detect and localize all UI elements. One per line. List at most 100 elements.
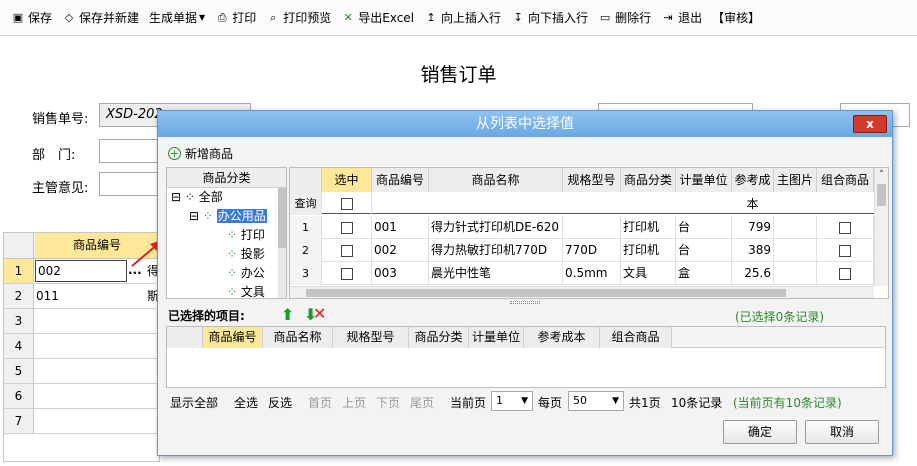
col-unit[interactable]: 计量单位 xyxy=(676,168,732,192)
dept-field[interactable] xyxy=(99,139,159,163)
combo-checkbox-cell xyxy=(817,262,874,285)
sel-col-name[interactable]: 商品名称 xyxy=(263,327,333,348)
next-page-link[interactable]: 下页 xyxy=(376,394,400,411)
col-name[interactable]: 商品名称 xyxy=(429,168,563,192)
query-checkbox[interactable] xyxy=(340,197,353,210)
cell-category: 文具 xyxy=(621,262,676,285)
col-category[interactable]: 商品分类 xyxy=(621,168,676,192)
cell-unit: 盒 xyxy=(676,262,732,285)
table-row[interactable]: 7 xyxy=(4,409,159,434)
insert-row-below-button[interactable]: ↧ 向下插入行 xyxy=(506,6,593,30)
cell-cost: 799 xyxy=(732,216,774,239)
col-image[interactable]: 主图片 xyxy=(774,168,817,192)
cell-spec: 0.5mm xyxy=(563,262,621,285)
list-horizontal-scrollbar[interactable] xyxy=(290,286,874,298)
selected-header: 商品编号 商品名称 规格型号 商品分类 计量单位 参考成本 组合商品 xyxy=(167,327,885,348)
save-button[interactable]: ▣ 保存 xyxy=(6,6,57,30)
code-cell-editor[interactable]: 002 xyxy=(35,260,127,282)
list-item[interactable]: 2 002 得力热敏打印机770D 770D 打印机 台 389 xyxy=(290,239,874,262)
cell-image xyxy=(774,239,817,262)
table-row[interactable]: 4 xyxy=(4,334,159,359)
tree-item-print[interactable]: ⁘ 打印 xyxy=(227,226,265,245)
list-vertical-scrollbar[interactable]: ˄ xyxy=(874,168,888,286)
print-button[interactable]: ⎙ 打印 xyxy=(210,6,261,30)
sel-col-combo[interactable]: 组合商品 xyxy=(600,327,672,348)
tree-item-projector[interactable]: ⁘ 投影 xyxy=(227,245,265,264)
add-product-button[interactable]: + 新增商品 xyxy=(168,145,233,162)
chevron-down-icon: ▼ xyxy=(521,396,528,406)
scroll-up-icon[interactable]: ˄ xyxy=(875,168,888,182)
exit-button[interactable]: ⇥ 退出 xyxy=(656,6,707,30)
toolbar: ▣ 保存 ◇ 保存并新建 生成单据 ▼ ⎙ 打印 ⌕ 打印预览 ✕ 导出Excel ↥ 向上插… xyxy=(0,0,917,36)
table-row[interactable]: 5 xyxy=(4,359,159,384)
row-number: 1 xyxy=(290,216,322,239)
combo-checkbox[interactable] xyxy=(839,267,851,280)
cancel-button[interactable]: 取消 xyxy=(805,420,879,444)
cell-code: 011 xyxy=(36,289,59,303)
delete-row-button[interactable]: ▭ 删除行 xyxy=(593,6,656,30)
cell-image xyxy=(774,262,817,285)
col-spec[interactable]: 规格型号 xyxy=(563,168,621,192)
print-preview-button[interactable]: ⌕ 打印预览 xyxy=(261,6,336,30)
audit-button[interactable]: 【审核】 xyxy=(707,6,765,30)
cell-unit: 台 xyxy=(676,216,732,239)
row-number: 5 xyxy=(4,359,34,383)
tree-item-office[interactable]: ⁘ 办公 xyxy=(227,264,265,283)
selected-items-label: 已选择的项目: xyxy=(168,309,245,323)
table-row[interactable]: 2 011 斯 xyxy=(4,284,159,309)
select-all-link[interactable]: 全选 xyxy=(234,394,258,411)
splitter-handle[interactable] xyxy=(510,301,540,304)
sel-col-category[interactable]: 商品分类 xyxy=(409,327,469,348)
cell-spec: 770D xyxy=(563,239,621,262)
show-all-link[interactable]: 显示全部 xyxy=(170,394,218,411)
row-number: 2 xyxy=(4,284,34,308)
hscroll-thumb[interactable] xyxy=(306,289,786,297)
current-page-select[interactable]: 1 ▼ xyxy=(491,391,533,411)
manager-opinion-field[interactable] xyxy=(99,172,159,196)
row-checkbox[interactable] xyxy=(340,244,353,257)
invert-selection-link[interactable]: 反选 xyxy=(268,394,292,411)
cell-cost: 389 xyxy=(732,239,774,262)
table-row[interactable]: 6 xyxy=(4,384,159,409)
save-and-new-button[interactable]: ◇ 保存并新建 xyxy=(57,6,144,30)
combo-checkbox[interactable] xyxy=(839,244,851,257)
table-row[interactable]: 3 xyxy=(4,309,159,334)
col-combo[interactable]: 组合商品 xyxy=(817,168,874,192)
move-up-icon[interactable]: ⬆ xyxy=(281,305,294,324)
prev-page-link[interactable]: 上页 xyxy=(342,394,366,411)
tree-item-office-supplies[interactable]: ⊟ ⁘ 办公用品 xyxy=(189,207,267,226)
combo-checkbox[interactable] xyxy=(839,221,851,234)
print-icon: ⎙ xyxy=(217,10,227,24)
sel-col-code[interactable]: 商品编号 xyxy=(203,327,263,348)
list-item[interactable]: 3 003 晨光中性笔 0.5mm 文具 盒 25.6 xyxy=(290,262,874,285)
selected-corner xyxy=(167,327,203,348)
export-excel-button[interactable]: ✕ 导出Excel xyxy=(336,6,419,30)
cell-code: 001 xyxy=(372,216,429,239)
row-checkbox[interactable] xyxy=(340,267,353,280)
first-page-link[interactable]: 首页 xyxy=(308,394,332,411)
combo-checkbox-cell xyxy=(817,216,874,239)
last-page-link[interactable]: 尾页 xyxy=(410,394,434,411)
manager-opinion-label: 主管意见: xyxy=(32,181,89,196)
row-checkbox-cell xyxy=(322,216,372,239)
generate-doc-button[interactable]: 生成单据 ▼ xyxy=(144,6,210,30)
scroll-thumb[interactable] xyxy=(877,184,886,206)
per-page-select[interactable]: 50 ▼ xyxy=(568,391,624,411)
category-tree: 商品分类 ⊟ ⁘ 全部 ⊟ ⁘ 办公用品 ⁘ 打印 ⁘ 投影 ⁘ 办公 ⁘ 文具 xyxy=(166,167,287,299)
sel-col-cost[interactable]: 参考成本 xyxy=(524,327,600,348)
sel-col-unit[interactable]: 计量单位 xyxy=(469,327,524,348)
col-code[interactable]: 商品编号 xyxy=(372,168,429,192)
col-cost[interactable]: 参考成本 xyxy=(732,168,774,211)
close-button[interactable]: x xyxy=(853,115,887,133)
insert-row-above-button[interactable]: ↥ 向上插入行 xyxy=(419,6,506,30)
tree-item-all[interactable]: ⊟ ⁘ 全部 xyxy=(171,188,223,207)
col-selected[interactable]: 选中 xyxy=(322,168,372,192)
tree-item-stationery[interactable]: ⁘ 文具 xyxy=(227,283,265,302)
row-checkbox[interactable] xyxy=(340,221,353,234)
ok-button[interactable]: 确定 xyxy=(723,420,797,444)
remove-icon[interactable]: ✕ xyxy=(313,304,326,323)
tree-scrollbar[interactable] xyxy=(278,188,286,298)
list-item[interactable]: 1 001 得力针式打印机DE-620 打印机 台 799 xyxy=(290,216,874,239)
sel-col-spec[interactable]: 规格型号 xyxy=(333,327,409,348)
cell-unit: 台 xyxy=(676,239,732,262)
